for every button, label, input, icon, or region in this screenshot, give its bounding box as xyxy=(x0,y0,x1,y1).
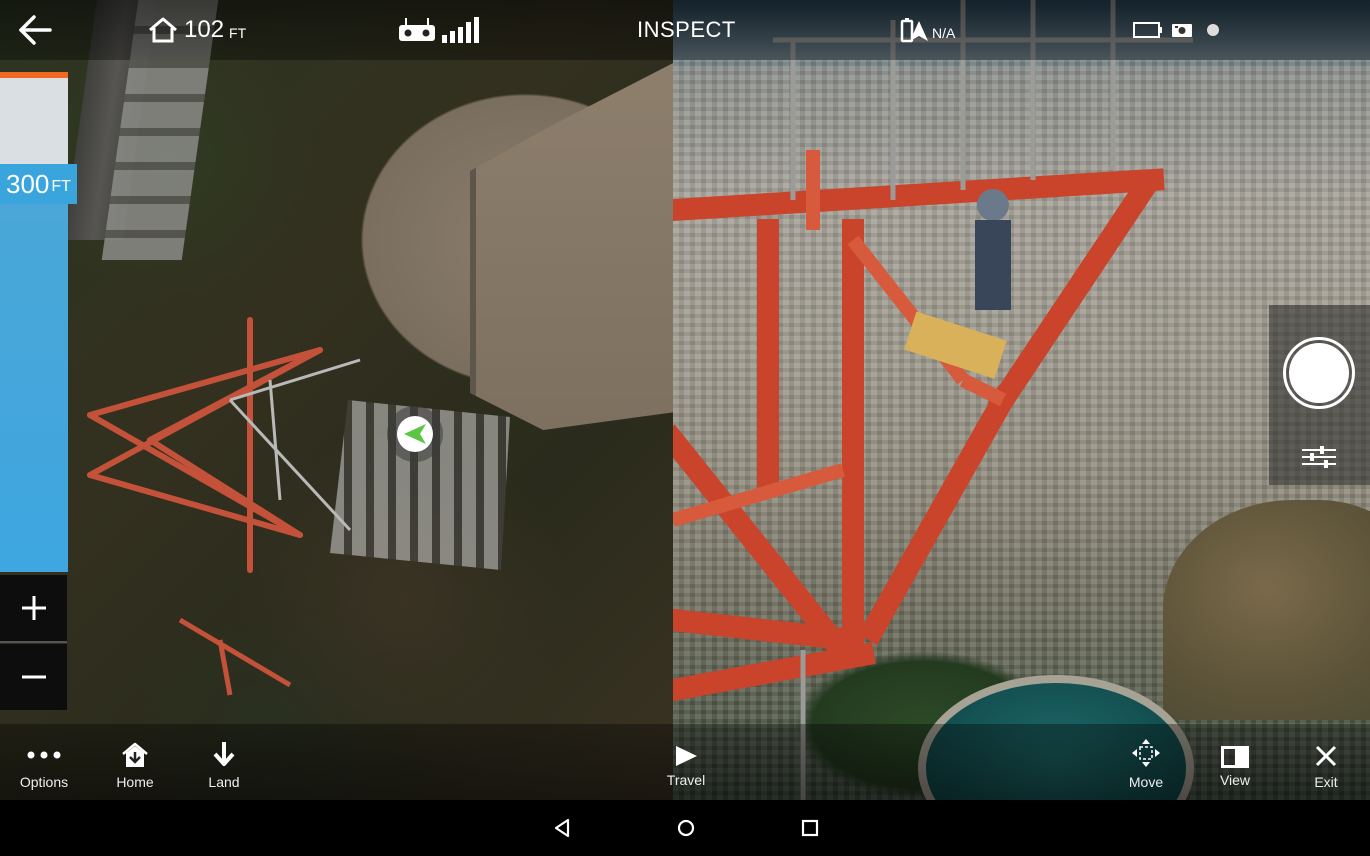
altitude-slider[interactable] xyxy=(0,72,68,572)
altitude-setting-unit: FT xyxy=(51,178,71,195)
home-altitude-value: 102 xyxy=(184,16,225,43)
home-icon xyxy=(149,17,177,43)
move-label: Move xyxy=(1128,774,1164,790)
back-button[interactable] xyxy=(18,0,52,60)
mode-title: INSPECT xyxy=(637,17,736,42)
map-tower-graphic xyxy=(87,317,361,696)
arrow-left-icon xyxy=(19,15,52,45)
exit-label: Exit xyxy=(1314,774,1338,790)
gps-status: N/A xyxy=(900,0,955,60)
altitude-slider-top-indicator xyxy=(0,72,68,78)
minus-icon xyxy=(21,675,46,679)
shutter-icon xyxy=(1289,343,1349,403)
map-building-roof xyxy=(470,60,673,430)
move-button[interactable]: Move xyxy=(1106,739,1186,790)
camera-icon xyxy=(1172,24,1192,37)
aircraft-status xyxy=(1133,0,1219,60)
land-button[interactable]: Land xyxy=(184,740,264,790)
nav-recents-button[interactable] xyxy=(794,812,826,844)
status-dot-icon xyxy=(1207,24,1219,36)
view-label: View xyxy=(1219,772,1251,788)
travel-label: Travel xyxy=(666,772,706,788)
camera-feed[interactable] xyxy=(673,0,1370,800)
zoom-out-button[interactable] xyxy=(0,644,67,710)
altitude-setting-label[interactable]: 300 FT xyxy=(0,164,77,204)
split-view-icon xyxy=(1221,746,1249,768)
rc-signal-status xyxy=(398,0,484,60)
nav-recents-icon xyxy=(801,819,819,837)
exit-button[interactable]: Exit xyxy=(1286,740,1366,790)
plus-icon xyxy=(21,596,46,620)
options-label: Options xyxy=(19,774,69,790)
more-dots-icon xyxy=(27,751,61,759)
zoom-in-button[interactable] xyxy=(0,575,67,641)
options-button[interactable]: Options xyxy=(4,740,84,790)
map-view[interactable]: 300 FT xyxy=(0,0,673,800)
shutter-button[interactable] xyxy=(1283,337,1355,409)
remote-controller-icon xyxy=(399,18,435,41)
drone-position-marker[interactable] xyxy=(387,406,443,462)
nav-home-button[interactable] xyxy=(670,812,702,844)
home-return-icon xyxy=(122,742,148,767)
zoom-divider xyxy=(0,641,67,643)
arrow-down-icon xyxy=(213,742,235,766)
gps-icon xyxy=(900,18,928,43)
play-icon xyxy=(676,746,697,766)
close-icon xyxy=(1315,745,1337,767)
battery-icon xyxy=(1133,22,1162,38)
drone-arrow-icon xyxy=(404,424,426,444)
move-arrows-icon xyxy=(1132,739,1160,767)
view-button[interactable]: View xyxy=(1195,740,1275,788)
return-home-button[interactable]: Home xyxy=(95,740,175,790)
home-altitude-readout: 102 FT xyxy=(148,0,246,60)
nav-back-icon xyxy=(554,818,570,838)
nav-back-button[interactable] xyxy=(546,812,578,844)
altitude-setting-value: 300 xyxy=(6,168,50,199)
nav-home-icon xyxy=(677,819,695,837)
gps-status-text: N/A xyxy=(932,25,956,41)
home-altitude-unit: FT xyxy=(229,25,247,41)
sliders-icon[interactable] xyxy=(1302,446,1336,468)
feed-tower-structure xyxy=(673,0,1193,800)
home-label: Home xyxy=(116,774,154,790)
land-label: Land xyxy=(208,774,240,790)
signal-bars-icon xyxy=(442,17,479,43)
travel-button[interactable]: Travel xyxy=(646,740,726,788)
